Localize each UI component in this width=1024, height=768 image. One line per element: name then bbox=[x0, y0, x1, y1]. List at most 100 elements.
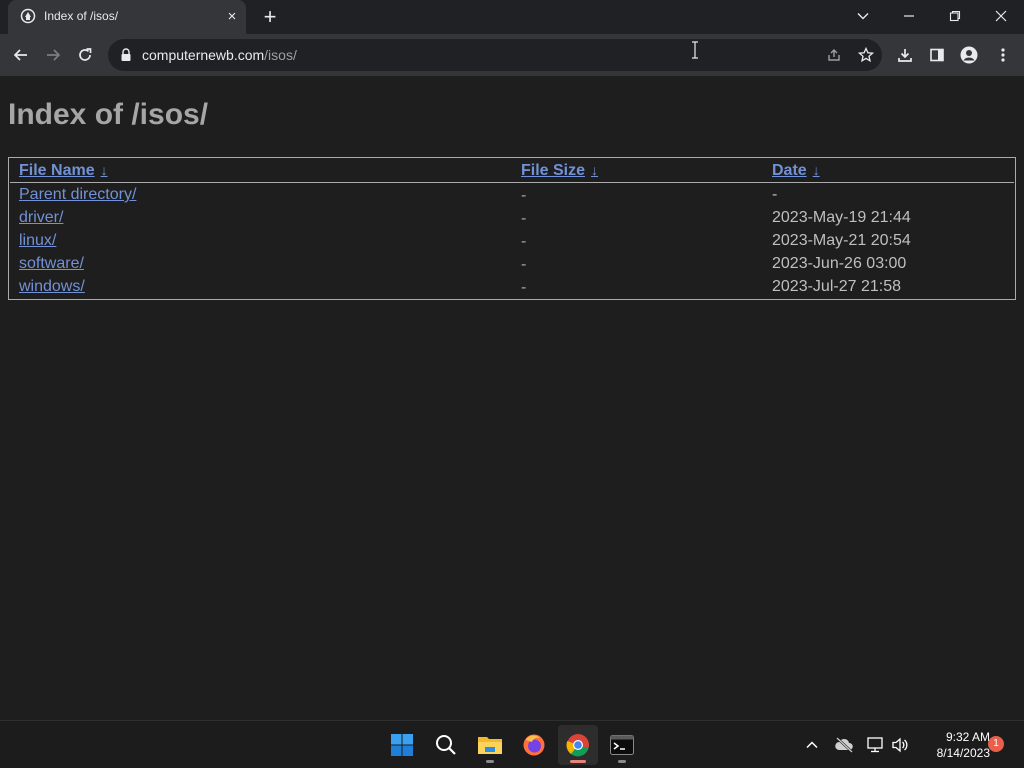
notification-badge[interactable]: 1 bbox=[988, 736, 1004, 752]
clock-date: 8/14/2023 bbox=[936, 746, 990, 760]
start-button[interactable] bbox=[382, 725, 422, 765]
firefox-icon bbox=[523, 734, 545, 756]
sort-by-size-link[interactable]: File Size ↓ bbox=[521, 162, 598, 180]
restore-button[interactable] bbox=[932, 0, 978, 32]
restore-icon bbox=[949, 10, 961, 22]
taskbar-file-explorer[interactable] bbox=[470, 725, 510, 765]
show-hidden-icons-button[interactable] bbox=[802, 735, 822, 755]
minimize-button[interactable] bbox=[886, 0, 932, 32]
share-icon bbox=[828, 49, 840, 61]
table-row: windows/ - 2023-Jul-27 21:58 bbox=[9, 276, 1015, 299]
directory-listing: File Name ↓ File Size ↓ Date ↓ Parent direc… bbox=[8, 157, 1016, 300]
close-icon bbox=[995, 10, 1007, 22]
sort-arrow-icon: ↓ bbox=[591, 162, 599, 178]
entry-link[interactable]: software/ bbox=[19, 255, 84, 273]
new-tab-button[interactable]: + bbox=[258, 5, 282, 29]
address-bar[interactable]: computernewb.com/isos/ bbox=[108, 39, 882, 71]
entry-link[interactable]: linux/ bbox=[19, 232, 56, 250]
entry-size: - bbox=[521, 187, 527, 204]
kebab-menu-icon bbox=[1001, 48, 1005, 62]
avatar-icon bbox=[960, 46, 978, 64]
windows-taskbar: 9:32 AM 8/14/2023 1 bbox=[0, 720, 1024, 768]
side-panel-icon bbox=[930, 48, 944, 62]
sort-by-date-link[interactable]: Date ↓ bbox=[772, 162, 820, 180]
bookmark-button[interactable] bbox=[853, 42, 879, 68]
tab-title: Index of /isos/ bbox=[44, 9, 119, 23]
browser-menu-button[interactable] bbox=[990, 42, 1016, 68]
page-title: Index of /isos/ bbox=[8, 98, 209, 131]
column-name-label: File Name bbox=[19, 162, 95, 179]
volume-control[interactable] bbox=[890, 735, 910, 755]
entry-size: - bbox=[521, 256, 527, 273]
sort-arrow-icon: ↓ bbox=[812, 162, 820, 178]
downloads-button[interactable] bbox=[892, 42, 918, 68]
browser-toolbar: computernewb.com/isos/ bbox=[0, 34, 1024, 76]
table-row: linux/ - 2023-May-21 20:54 bbox=[9, 230, 1015, 253]
cloud-offline-icon bbox=[835, 737, 853, 753]
text-cursor-icon bbox=[692, 41, 698, 59]
taskbar-terminal[interactable] bbox=[602, 725, 642, 765]
entry-date: 2023-Jun-26 03:00 bbox=[772, 255, 907, 272]
minimize-icon bbox=[904, 15, 914, 17]
chevron-down-icon bbox=[857, 13, 869, 20]
close-window-button[interactable] bbox=[978, 0, 1024, 32]
url-path: /isos/ bbox=[264, 47, 297, 63]
url-text[interactable]: computernewb.com/isos/ bbox=[142, 47, 297, 63]
entry-size: - bbox=[521, 279, 527, 296]
tab-close-button[interactable]: × bbox=[224, 9, 240, 25]
table-row: software/ - 2023-Jun-26 03:00 bbox=[9, 253, 1015, 276]
entry-link[interactable]: windows/ bbox=[19, 278, 85, 296]
column-size-label: File Size bbox=[521, 162, 586, 179]
site-favicon-icon bbox=[20, 8, 36, 24]
share-button[interactable] bbox=[821, 42, 847, 68]
speaker-icon bbox=[892, 737, 908, 753]
lock-icon bbox=[121, 48, 131, 61]
tab-search-button[interactable] bbox=[840, 0, 886, 32]
taskbar-chrome[interactable] bbox=[558, 725, 598, 765]
app-running-indicator bbox=[618, 760, 626, 763]
entry-date: - bbox=[772, 186, 778, 203]
entry-date: 2023-May-19 21:44 bbox=[772, 209, 911, 226]
browser-titlebar: Index of /isos/ × + bbox=[0, 0, 1024, 34]
download-icon bbox=[898, 49, 912, 62]
table-row: driver/ - 2023-May-19 21:44 bbox=[9, 207, 1015, 230]
entry-date: 2023-May-21 20:54 bbox=[772, 232, 911, 249]
chrome-icon bbox=[566, 734, 589, 757]
table-row: Parent directory/ - - bbox=[9, 184, 1015, 207]
arrow-right-icon bbox=[47, 49, 61, 61]
column-date-label: Date bbox=[772, 162, 807, 179]
app-active-indicator bbox=[570, 760, 586, 763]
star-icon bbox=[858, 47, 874, 63]
browser-tab-active[interactable]: Index of /isos/ × bbox=[8, 0, 246, 34]
listing-header: File Name ↓ File Size ↓ Date ↓ bbox=[10, 159, 1014, 183]
chevron-up-icon bbox=[806, 741, 818, 749]
forward-button[interactable] bbox=[40, 42, 66, 68]
system-clock[interactable]: 9:32 AM 8/14/2023 bbox=[918, 729, 990, 761]
file-explorer-icon bbox=[478, 737, 502, 754]
arrow-left-icon bbox=[13, 49, 27, 61]
network-icon bbox=[867, 737, 883, 753]
network-status[interactable] bbox=[866, 735, 886, 755]
entry-date: 2023-Jul-27 21:58 bbox=[772, 278, 901, 295]
sort-arrow-icon: ↓ bbox=[100, 162, 108, 178]
sort-by-name-link[interactable]: File Name ↓ bbox=[19, 162, 108, 180]
reload-icon bbox=[79, 48, 92, 61]
taskbar-search-button[interactable] bbox=[426, 725, 466, 765]
entry-link[interactable]: Parent directory/ bbox=[19, 186, 136, 204]
onedrive-status[interactable] bbox=[834, 735, 854, 755]
side-panel-button[interactable] bbox=[924, 42, 950, 68]
reload-button[interactable] bbox=[72, 42, 98, 68]
page-content: Index of /isos/ File Name ↓ File Size ↓ Da… bbox=[0, 76, 1024, 720]
app-running-indicator bbox=[486, 760, 494, 763]
terminal-icon bbox=[610, 735, 634, 755]
profile-button[interactable] bbox=[956, 42, 982, 68]
taskbar-firefox[interactable] bbox=[514, 725, 554, 765]
url-host: computernewb.com bbox=[142, 47, 265, 63]
entry-size: - bbox=[521, 233, 527, 250]
entry-size: - bbox=[521, 210, 527, 227]
clock-time: 9:32 AM bbox=[945, 730, 990, 744]
entry-link[interactable]: driver/ bbox=[19, 209, 63, 227]
search-icon bbox=[436, 735, 456, 755]
back-button[interactable] bbox=[8, 42, 34, 68]
start-icon bbox=[391, 734, 413, 756]
